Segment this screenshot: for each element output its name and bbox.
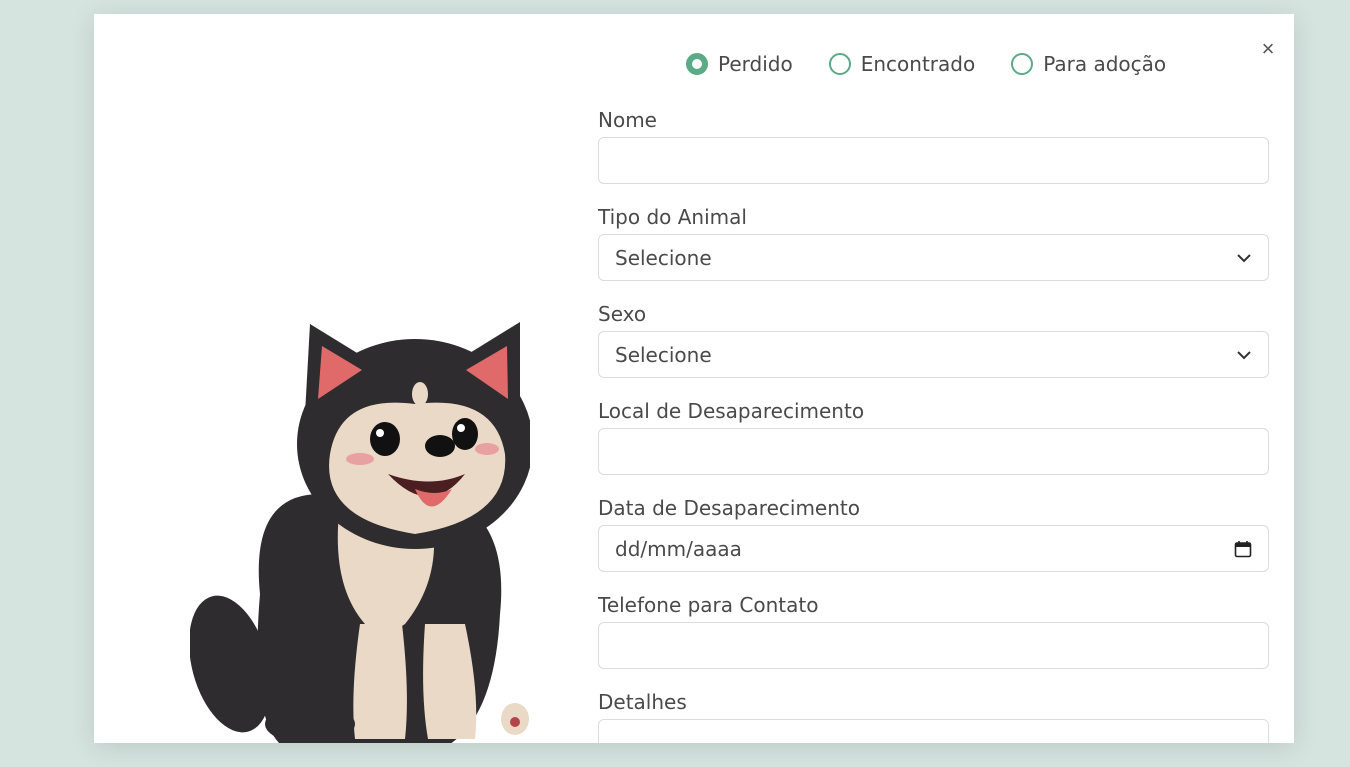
close-icon: ×	[1261, 36, 1275, 61]
radio-label-encontrado: Encontrado	[860, 52, 976, 76]
chevron-down-icon	[1237, 350, 1251, 359]
radio-label-para-adocao: Para adoção	[1043, 52, 1167, 76]
dog-illustration	[189, 294, 533, 743]
close-button[interactable]: ×	[1257, 38, 1279, 60]
tipo-animal-selected: Selecione	[615, 245, 712, 270]
radio-option-para-adocao[interactable]: Para adoção	[1011, 52, 1166, 76]
chevron-down-icon	[1237, 253, 1251, 262]
data-placeholder: dd/mm/aaaa	[615, 536, 742, 561]
field-detalhes: Detalhes	[598, 689, 1269, 743]
field-telefone: Telefone para Contato	[598, 592, 1269, 669]
local-label: Local de Desaparecimento	[598, 399, 865, 423]
field-local: Local de Desaparecimento	[598, 398, 1269, 475]
status-radio-group: Perdido Encontrado Para adoção	[686, 52, 1202, 76]
radio-encontrado[interactable]	[828, 53, 851, 75]
tipo-animal-select[interactable]: Selecione	[598, 234, 1269, 281]
data-input[interactable]: dd/mm/aaaa	[598, 525, 1269, 572]
tipo-animal-label: Tipo do Animal	[598, 205, 747, 229]
telefone-input[interactable]	[598, 622, 1269, 669]
nome-label: Nome	[598, 108, 657, 132]
radio-option-perdido[interactable]: Perdido	[686, 52, 793, 76]
radio-option-encontrado[interactable]: Encontrado	[828, 52, 976, 76]
local-input[interactable]	[598, 428, 1269, 475]
sexo-selected: Selecione	[615, 342, 712, 367]
telefone-label: Telefone para Contato	[598, 593, 819, 617]
detalhes-label: Detalhes	[598, 690, 687, 714]
sexo-label: Sexo	[598, 302, 647, 326]
report-pet-modal: × Perdido Encontrado Para adoção Nome Ti…	[94, 14, 1294, 743]
data-label: Data de Desaparecimento	[598, 496, 860, 520]
field-data: Data de Desaparecimento dd/mm/aaaa	[598, 495, 1269, 572]
nome-input[interactable]	[598, 137, 1269, 184]
field-tipo-animal: Tipo do Animal Selecione	[598, 204, 1269, 281]
field-sexo: Sexo Selecione	[598, 301, 1269, 378]
calendar-icon[interactable]	[1234, 540, 1252, 558]
sexo-select[interactable]: Selecione	[598, 331, 1269, 378]
field-nome: Nome	[598, 107, 1269, 184]
detalhes-input[interactable]	[598, 719, 1269, 743]
radio-perdido[interactable]	[686, 53, 708, 75]
radio-label-perdido: Perdido	[718, 52, 793, 76]
radio-para-adocao[interactable]	[1011, 53, 1034, 75]
